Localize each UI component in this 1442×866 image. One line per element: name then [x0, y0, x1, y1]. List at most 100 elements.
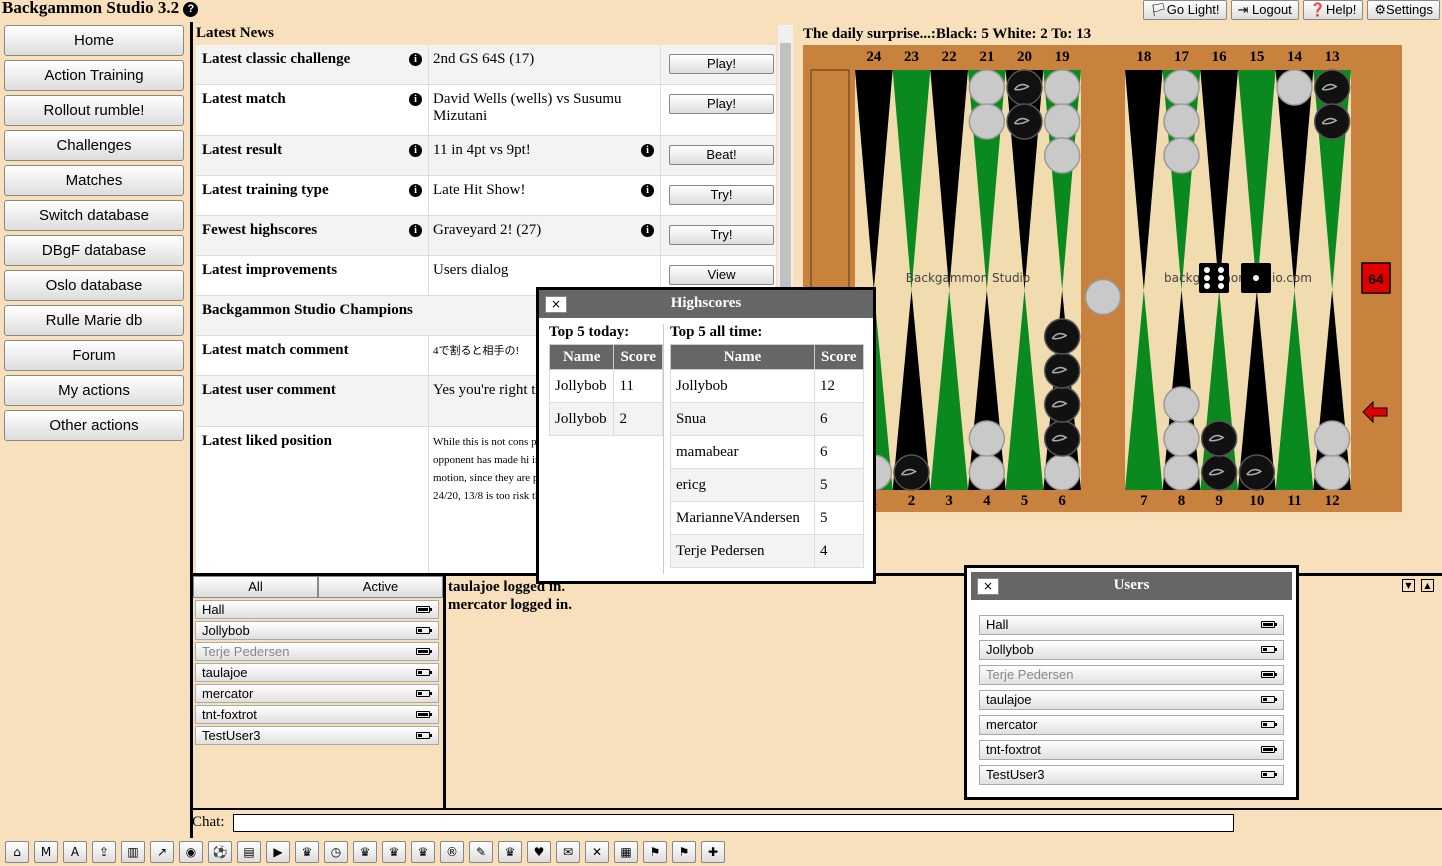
- black-checker: [1043, 318, 1081, 355]
- trophy-icon[interactable]: ♛: [353, 841, 377, 863]
- toolbar-a-button[interactable]: A: [63, 841, 87, 863]
- registered-icon[interactable]: ®: [440, 841, 464, 863]
- info-icon[interactable]: i: [409, 53, 422, 66]
- status-icon: [1261, 671, 1277, 678]
- news-action-button[interactable]: Play!: [669, 94, 774, 114]
- news-action-button[interactable]: Try!: [669, 185, 774, 205]
- upload-icon[interactable]: ⇪: [92, 841, 116, 863]
- help-button[interactable]: ❓Help!: [1302, 0, 1364, 20]
- close-button[interactable]: ×: [545, 296, 567, 313]
- news-action-button[interactable]: Beat!: [669, 145, 774, 165]
- help-icon[interactable]: ?: [183, 2, 199, 17]
- point-number: 20: [1017, 49, 1032, 65]
- scrollbar-thumb[interactable]: [780, 43, 791, 313]
- nav-button-matches[interactable]: Matches: [4, 165, 184, 196]
- logout-button[interactable]: ⇥ Logout: [1230, 0, 1299, 20]
- nav-button-rulle-marie-db[interactable]: Rulle Marie db: [4, 305, 184, 336]
- heart-icon[interactable]: ♥: [527, 841, 551, 863]
- play-icon[interactable]: ▶: [266, 841, 290, 863]
- info-icon[interactable]: i: [641, 144, 654, 157]
- score-name: Jollybob: [548, 402, 615, 436]
- user-row[interactable]: Terje Pedersen: [979, 665, 1284, 685]
- user-row[interactable]: tnt-foxtrot: [979, 740, 1284, 760]
- info-icon[interactable]: i: [409, 144, 422, 157]
- bookmark-icon[interactable]: ⚑: [643, 841, 667, 863]
- user-row[interactable]: TestUser3: [195, 726, 439, 745]
- tab-all[interactable]: All: [193, 576, 318, 598]
- white-checker: [1043, 103, 1081, 140]
- user-row[interactable]: taulajoe: [195, 663, 439, 682]
- divider: [443, 576, 446, 809]
- nav-button-rollout-rumble[interactable]: Rollout rumble!: [4, 95, 184, 126]
- user-row[interactable]: Hall: [195, 600, 439, 619]
- info-icon[interactable]: i: [409, 184, 422, 197]
- chat-input[interactable]: [233, 814, 1234, 832]
- die-pip: [1218, 283, 1224, 289]
- nav-button-switch-database[interactable]: Switch database: [4, 200, 184, 231]
- user-row[interactable]: taulajoe: [979, 690, 1284, 710]
- user-row[interactable]: Hall: [979, 615, 1284, 635]
- white-checker: [1163, 69, 1200, 106]
- nav-button-other-actions[interactable]: Other actions: [4, 410, 184, 441]
- comments-icon[interactable]: ✉: [556, 841, 580, 863]
- news-label: Latest classic challenge i: [196, 45, 428, 84]
- home-icon[interactable]: ⌂: [5, 841, 29, 863]
- close-icon[interactable]: ✕: [585, 841, 609, 863]
- clock-icon[interactable]: ◷: [324, 841, 348, 863]
- user-row[interactable]: mercator: [979, 715, 1284, 735]
- row-label: Backgammon Studio Champions: [202, 302, 413, 318]
- info-icon[interactable]: i: [409, 224, 422, 237]
- nav-button-home[interactable]: Home: [4, 25, 184, 56]
- toolbar-m-button[interactable]: M: [34, 841, 58, 863]
- news-action-button[interactable]: View: [669, 265, 774, 285]
- row-label: Latest liked position: [202, 433, 333, 449]
- score-row: Terje Pedersen 4: [670, 534, 864, 568]
- backgammon-board[interactable]: 242322212019181716151413123456789101112B…: [803, 45, 1402, 512]
- nav-button-my-actions[interactable]: My actions: [4, 375, 184, 406]
- trophy-icon[interactable]: ♛: [382, 841, 406, 863]
- nav-button-dbgf-database[interactable]: DBgF database: [4, 235, 184, 266]
- news-action-button[interactable]: Try!: [669, 225, 774, 245]
- nav-button-oslo-database[interactable]: Oslo database: [4, 270, 184, 301]
- user-row[interactable]: Jollybob: [195, 621, 439, 640]
- soccer-icon[interactable]: ⚽: [208, 841, 232, 863]
- collapse-down-icon[interactable]: ▼: [1402, 579, 1415, 592]
- film-icon[interactable]: ▦: [614, 841, 638, 863]
- white-checker: [1043, 69, 1081, 106]
- bookmark-icon[interactable]: ⚑: [672, 841, 696, 863]
- info-icon[interactable]: i: [409, 93, 422, 106]
- trophy-icon[interactable]: ♛: [295, 841, 319, 863]
- today-table: Name Score Jollybob 11 Jollybob 2: [548, 344, 663, 436]
- settings-button[interactable]: ⚙Settings: [1367, 0, 1440, 20]
- trophy-icon[interactable]: ♛: [411, 841, 435, 863]
- user-row[interactable]: TestUser3: [979, 765, 1284, 785]
- user-row[interactable]: mercator: [195, 684, 439, 703]
- news-action-button[interactable]: Play!: [669, 54, 774, 74]
- line-chart-icon[interactable]: ↗: [150, 841, 174, 863]
- trophy-icon[interactable]: ♛: [498, 841, 522, 863]
- close-button[interactable]: ×: [977, 578, 999, 595]
- edit-icon[interactable]: ✎: [469, 841, 493, 863]
- row-value: 2nd GS 64S (17): [433, 51, 535, 67]
- news-label: Latest training type i: [196, 176, 428, 215]
- collapse-up-icon[interactable]: ▲: [1421, 579, 1434, 592]
- user-row[interactable]: Jollybob: [979, 640, 1284, 660]
- nav-button-action-training[interactable]: Action Training: [4, 60, 184, 91]
- nav-button-challenges[interactable]: Challenges: [4, 130, 184, 161]
- tab-active[interactable]: Active: [318, 576, 443, 598]
- user-row[interactable]: Terje Pedersen: [195, 642, 439, 661]
- point-number: 22: [942, 49, 957, 65]
- archive-icon[interactable]: ▤: [237, 841, 261, 863]
- bar-chart-icon[interactable]: ▥: [121, 841, 145, 863]
- info-icon[interactable]: i: [641, 224, 654, 237]
- user-row[interactable]: tnt-foxtrot: [195, 705, 439, 724]
- info-icon[interactable]: i: [641, 184, 654, 197]
- eye-icon[interactable]: ◉: [179, 841, 203, 863]
- nav-button-forum[interactable]: Forum: [4, 340, 184, 371]
- news-value: Late Hit Show! i: [428, 176, 660, 215]
- go-light-button[interactable]: 🏳Go Light!: [1143, 0, 1227, 20]
- plus-icon[interactable]: ✚: [701, 841, 725, 863]
- score-value: 5: [814, 468, 864, 502]
- point-number: 12: [1325, 493, 1340, 509]
- score-value: 6: [814, 402, 864, 436]
